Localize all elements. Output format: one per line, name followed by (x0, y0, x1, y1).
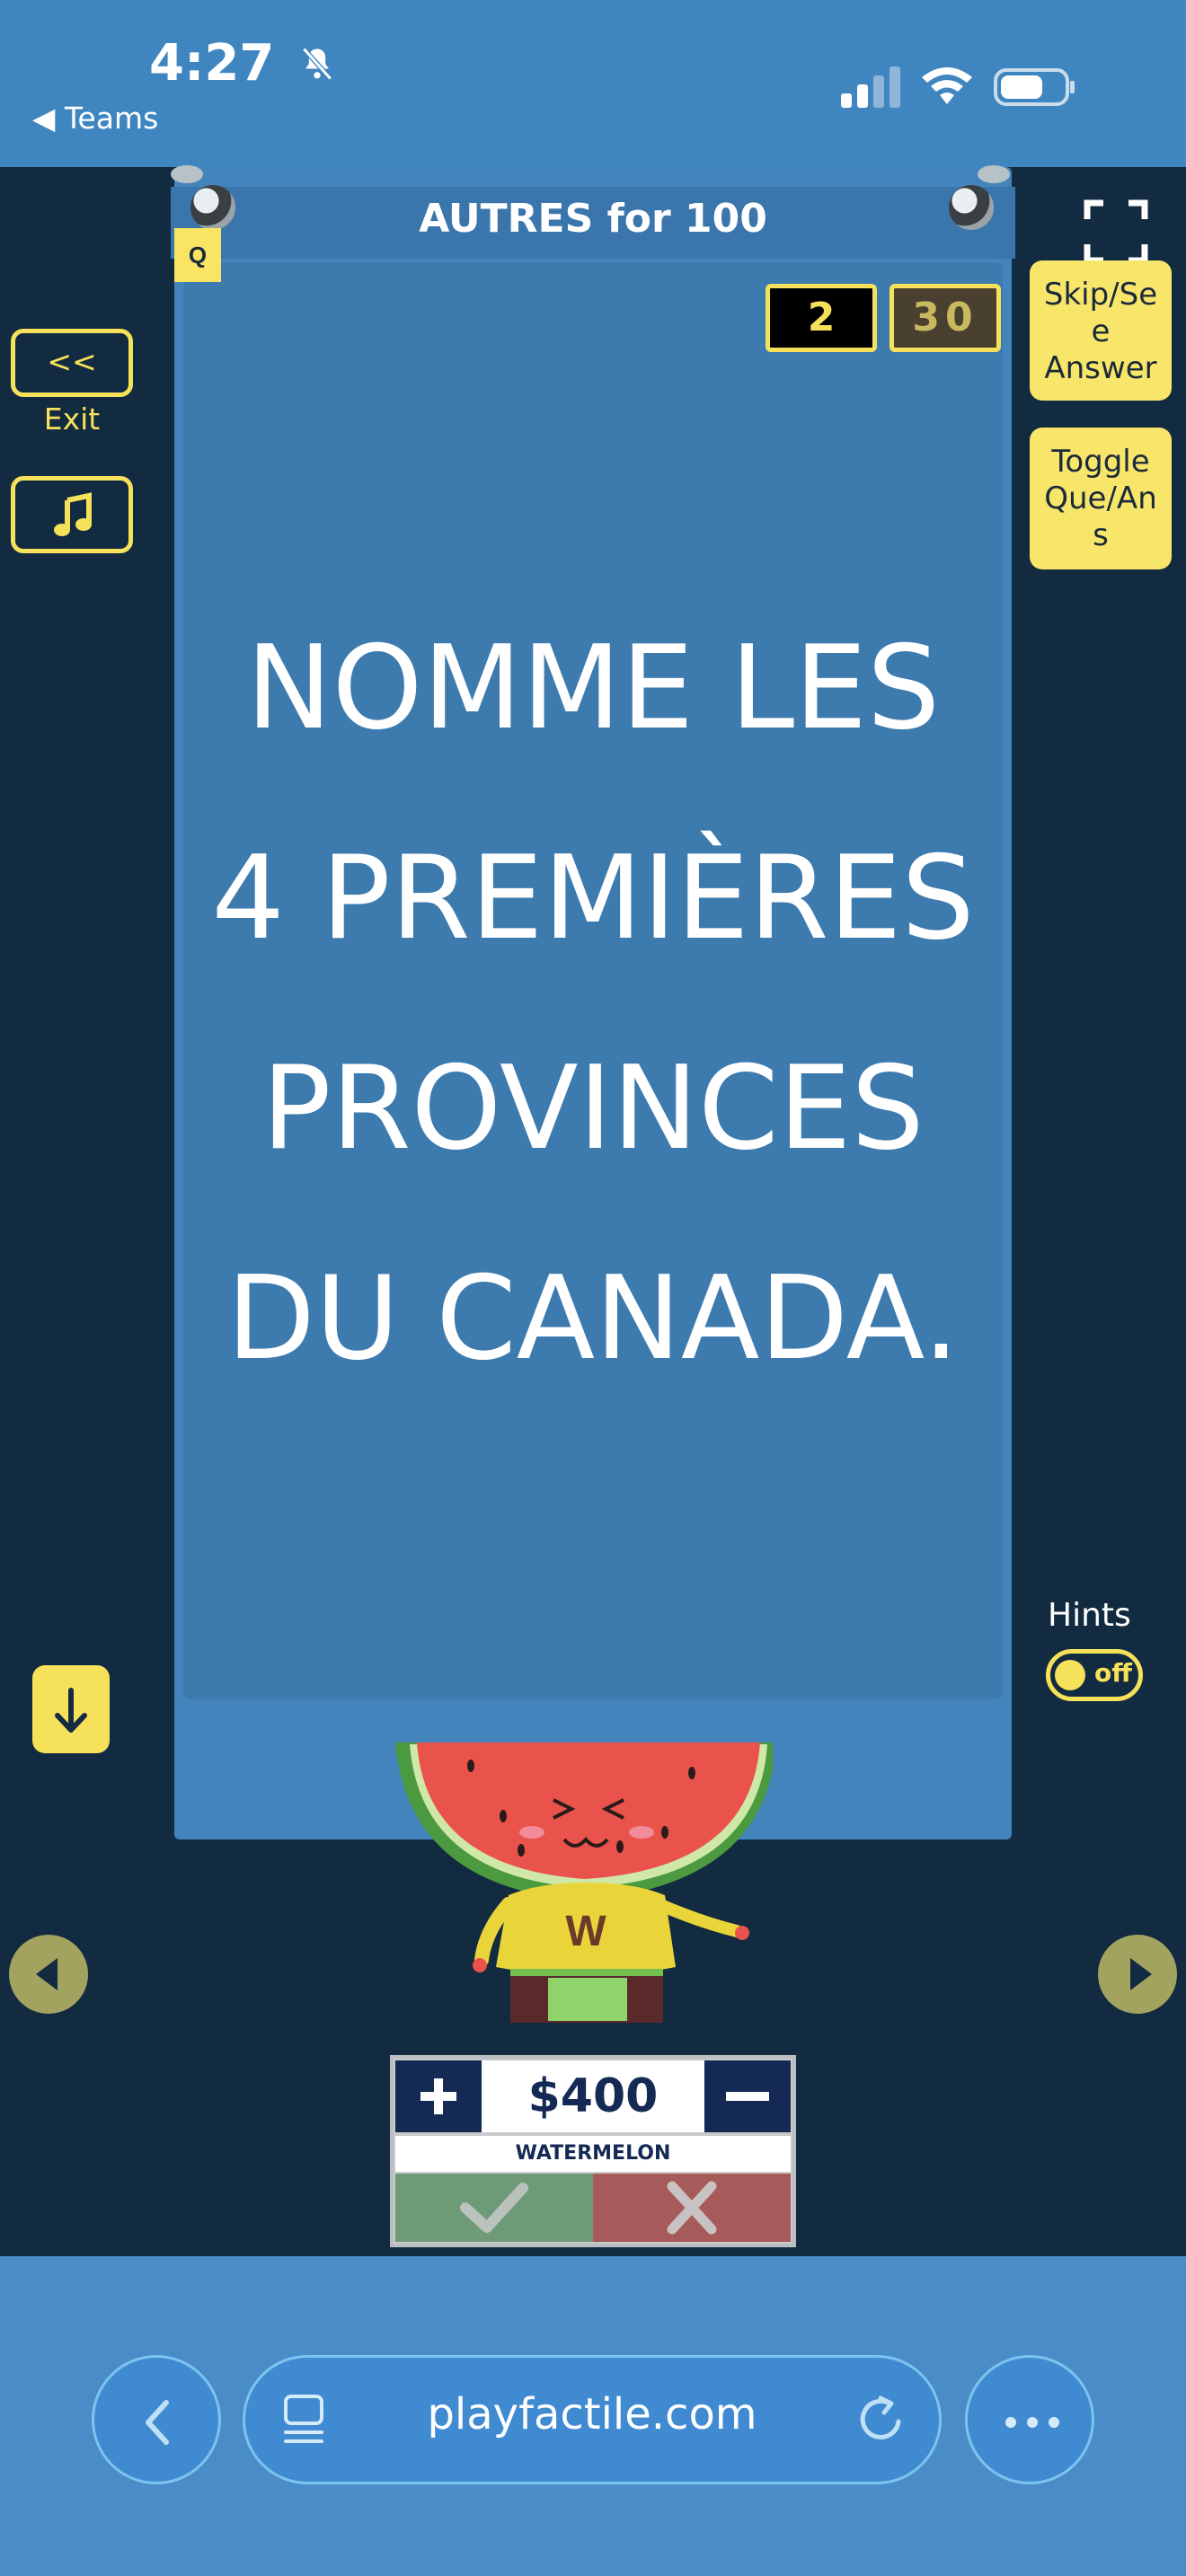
subtract-points-button[interactable] (704, 2060, 791, 2132)
question-text: NOMME LES 4 PREMIÈRES PROVINCES DU CANAD… (183, 584, 1003, 1425)
battery-icon (994, 68, 1075, 106)
card-title: AUTRES for 100 (419, 196, 767, 242)
mark-correct-button[interactable] (395, 2174, 593, 2242)
question-badge: Q (174, 228, 221, 282)
hints-label: Hints (1048, 1597, 1131, 1634)
button-label-line: e (1091, 313, 1111, 349)
reload-icon[interactable] (855, 2391, 909, 2447)
mark-wrong-button[interactable] (593, 2174, 791, 2242)
next-button[interactable] (1098, 1935, 1177, 2014)
toggle-question-answer-button[interactable]: Toggle Que/An s (1030, 428, 1172, 569)
question-line: 4 PREMIÈRES (211, 832, 975, 966)
timer-display[interactable]: 30 (890, 284, 1001, 352)
music-button[interactable] (11, 476, 133, 553)
exit-button[interactable]: << Exit (11, 329, 133, 437)
triangle-left-icon (36, 1958, 58, 1990)
back-to-app-link[interactable]: ◀ Teams (32, 101, 158, 136)
music-note-icon (54, 492, 92, 536)
question-line: DU CANADA. (226, 1252, 960, 1386)
plus-icon (420, 2078, 456, 2114)
previous-button[interactable] (9, 1935, 88, 2014)
more-options-button[interactable] (965, 2355, 1094, 2484)
bell-muted-icon (302, 47, 332, 81)
button-label-line: s (1093, 517, 1109, 553)
fullscreen-icon[interactable] (1084, 199, 1148, 264)
url-text: playfactile.com (427, 2389, 757, 2439)
team-score: $400 (482, 2060, 704, 2132)
toggle-knob (1055, 1660, 1085, 1690)
status-time: 4:27 (149, 34, 337, 93)
mascot-letter: W (565, 1908, 606, 1955)
chevron-left-icon (146, 2400, 169, 2445)
scroll-down-button[interactable] (32, 1665, 110, 1753)
minus-icon (726, 2092, 769, 2101)
ellipsis-icon (1005, 2417, 1059, 2428)
hints-state: off (1094, 1658, 1132, 1688)
question-line: PROVINCES (261, 1042, 925, 1176)
button-label-line: Toggle (1051, 444, 1150, 480)
wifi-icon (922, 67, 972, 104)
pin-decoration (171, 165, 203, 183)
watermelon-mascot-image: W (395, 1742, 773, 2023)
triangle-right-icon (1130, 1958, 1152, 1990)
skip-see-answer-button[interactable]: Skip/Se e Answer (1030, 260, 1172, 401)
cellular-signal-icon (841, 66, 900, 108)
checkmark-icon (460, 2183, 528, 2233)
pin-decoration (978, 165, 1010, 183)
x-mark-icon (667, 2181, 717, 2235)
question-line: NOMME LES (245, 622, 941, 755)
button-label-line: Skip/Se (1043, 277, 1158, 313)
score-counter: 2 (766, 284, 877, 352)
team-name: WATERMELON (395, 2136, 791, 2172)
button-label-line: Que/An (1044, 481, 1157, 516)
add-points-button[interactable] (395, 2060, 482, 2132)
button-label-line: Answer (1044, 350, 1157, 386)
browser-back-button[interactable] (92, 2355, 221, 2484)
arrow-down-icon (55, 1688, 87, 1733)
